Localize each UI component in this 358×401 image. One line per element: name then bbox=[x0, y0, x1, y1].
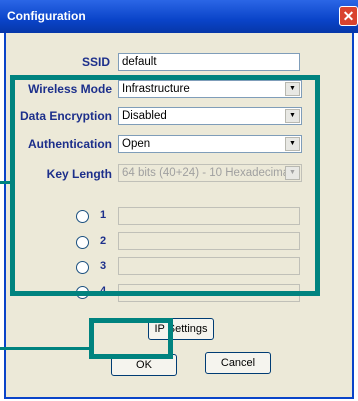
ssid-label: SSID bbox=[81, 55, 110, 69]
ssid-input[interactable]: default bbox=[118, 53, 300, 71]
configuration-window: Configuration ✕ SSID default Wireless Mo… bbox=[0, 0, 358, 401]
callout-line bbox=[0, 181, 14, 184]
title-bar: Configuration ✕ bbox=[0, 0, 358, 33]
cancel-button[interactable]: Cancel bbox=[205, 352, 271, 374]
callout-line bbox=[0, 347, 92, 350]
window-title: Configuration bbox=[7, 9, 86, 23]
callout-box bbox=[10, 75, 320, 296]
callout-box bbox=[89, 318, 173, 359]
close-button[interactable]: ✕ bbox=[339, 6, 358, 26]
